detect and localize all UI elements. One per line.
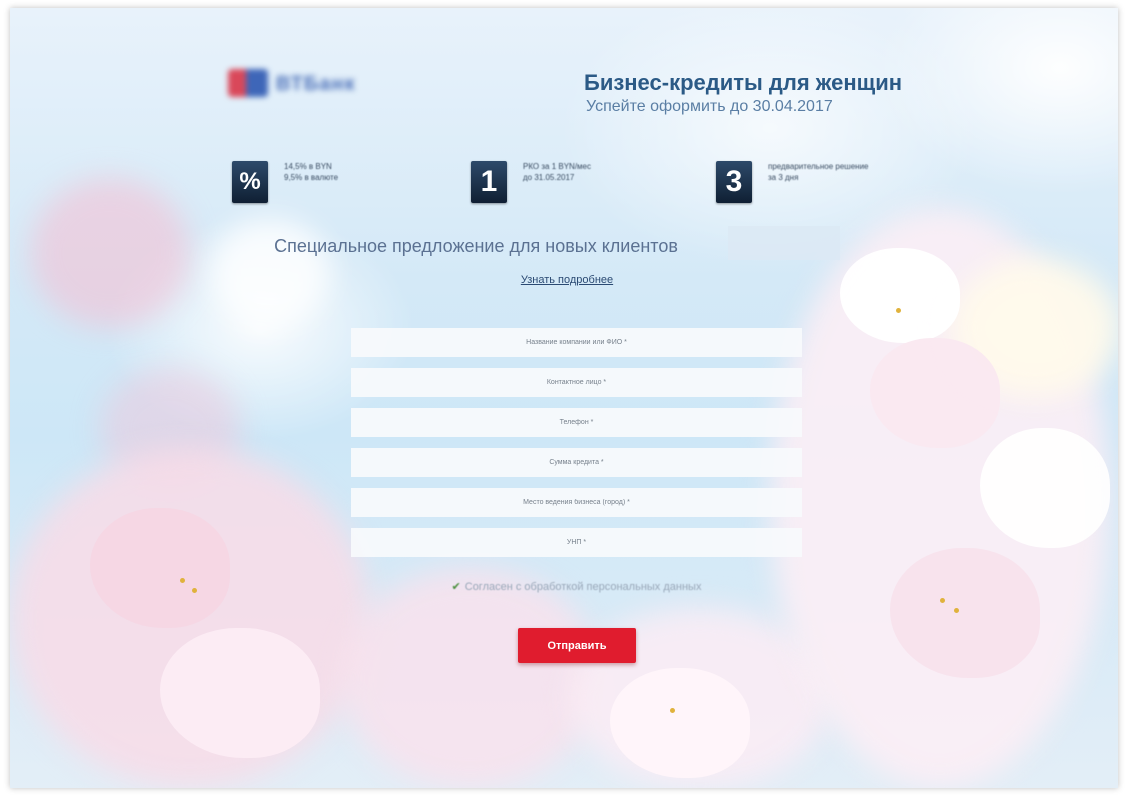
- offer-text: Специальное предложение для новых клиент…: [274, 236, 678, 256]
- learn-more-link[interactable]: Узнать подробнее: [521, 274, 613, 286]
- bokeh-decoration: [340, 568, 600, 788]
- amount-field: [351, 448, 802, 477]
- stamen-decoration: [670, 708, 675, 713]
- city-field: [351, 488, 802, 517]
- stamen-decoration: [180, 578, 185, 583]
- page-title: Бизнес-кредиты для женщин: [584, 70, 903, 95]
- feature-rate-line2: 9,5% в валюте: [284, 173, 339, 182]
- phone-input[interactable]: [351, 408, 802, 437]
- contact-person-input[interactable]: [351, 368, 802, 397]
- bank-logo[interactable]: ВТБанк: [228, 63, 388, 103]
- unp-field: [351, 528, 802, 557]
- stamen-decoration: [954, 608, 959, 613]
- business-city-input[interactable]: [351, 488, 802, 517]
- page-subtitle: Успейте оформить до 30.04.2017: [586, 98, 833, 115]
- feature-decision-line1: предварительное решение: [768, 162, 869, 171]
- feature-rko-line1: РКО за 1 BYN/мес: [523, 162, 591, 171]
- submit-button[interactable]: Отправить: [518, 628, 636, 663]
- loan-amount-input[interactable]: [351, 448, 802, 477]
- checkbox-checked-icon[interactable]: ✔: [452, 581, 461, 593]
- percent-icon: %: [232, 161, 268, 203]
- redacted-area: [728, 226, 840, 260]
- more-link-row: Узнать подробнее: [10, 274, 1118, 286]
- number-three-icon: 3: [716, 161, 752, 203]
- contact-field: [351, 368, 802, 397]
- offer-heading: Специальное предложение для новых клиент…: [10, 236, 1118, 257]
- stamen-decoration: [192, 588, 197, 593]
- blossom-decoration: [90, 508, 230, 628]
- consent-row[interactable]: ✔ Согласен с обработкой персональных данн…: [351, 580, 802, 593]
- logo-mark-icon: [228, 69, 268, 97]
- feature-rko-text: РКО за 1 BYN/мес до 31.05.2017: [523, 161, 591, 183]
- phone-field: [351, 408, 802, 437]
- unp-input[interactable]: [351, 528, 802, 557]
- blossom-decoration: [980, 428, 1110, 548]
- feature-rate-line1: 14,5% в BYN: [284, 162, 332, 171]
- feature-rate-text: 14,5% в BYN 9,5% в валюте: [284, 161, 338, 183]
- feature-decision-line2: за 3 дня: [768, 173, 799, 182]
- bokeh-decoration: [210, 218, 330, 328]
- company-input[interactable]: [351, 328, 802, 357]
- logo-text: ВТБанк: [276, 73, 356, 95]
- feature-decision-text: предварительное решение за 3 дня: [768, 161, 868, 183]
- stamen-decoration: [896, 308, 901, 313]
- blossom-decoration: [870, 338, 1000, 448]
- blossom-decoration: [840, 248, 960, 343]
- feature-rko-line2: до 31.05.2017: [523, 173, 575, 182]
- consent-label: Согласен с обработкой персональных данны…: [464, 581, 702, 593]
- blossom-decoration: [610, 668, 750, 778]
- application-form: [351, 328, 802, 568]
- stamen-decoration: [940, 598, 945, 603]
- landing-page: ВТБанк Бизнес-кредиты для женщин Успейте…: [10, 8, 1118, 788]
- number-one-icon: 1: [471, 161, 507, 203]
- company-field: [351, 328, 802, 357]
